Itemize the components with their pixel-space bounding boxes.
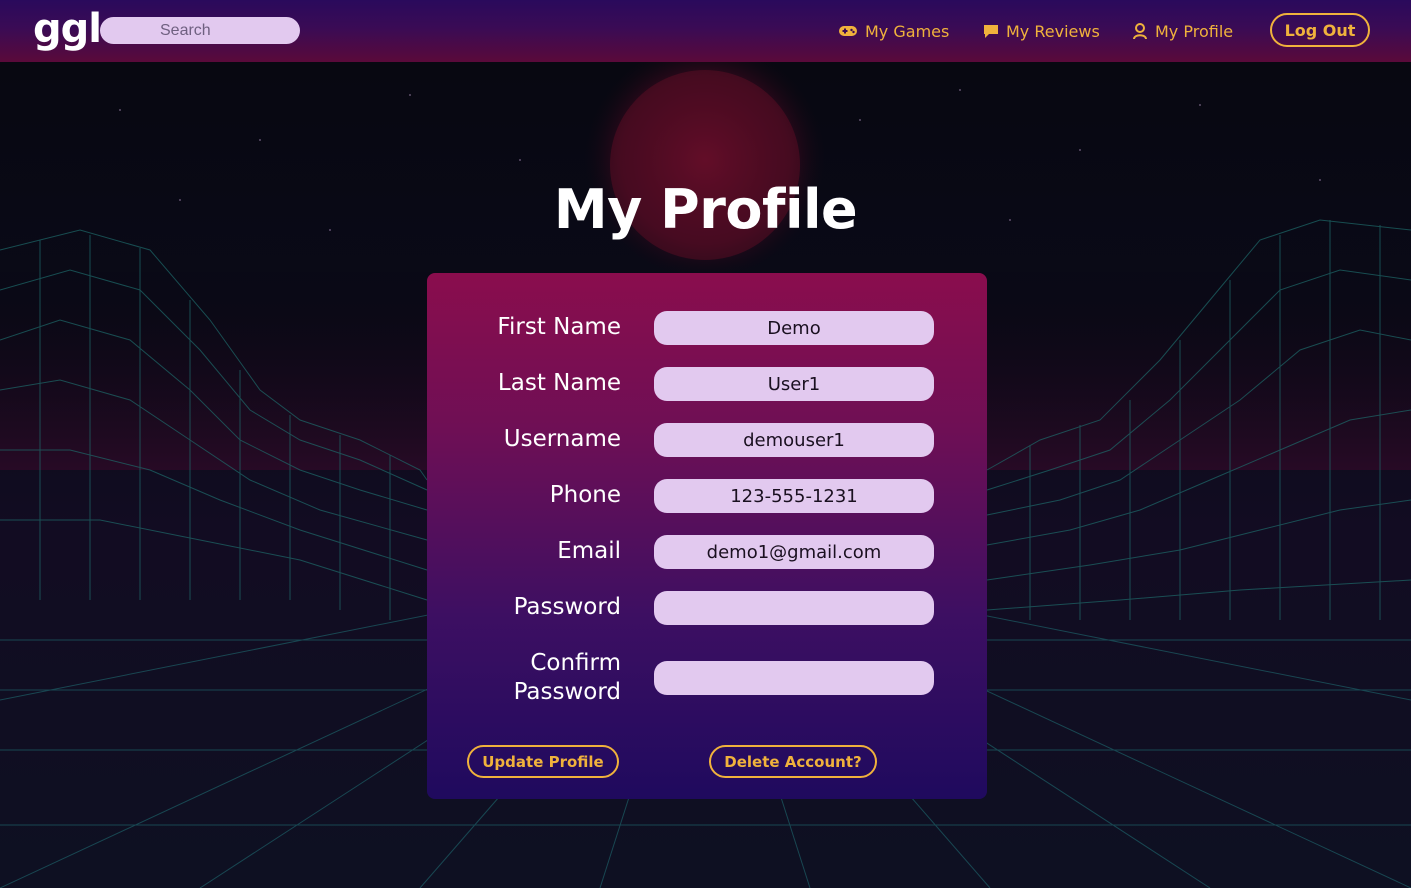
- gamepad-icon: [838, 24, 858, 38]
- first-name-label: First Name: [497, 314, 621, 340]
- nav-link-label: My Reviews: [1006, 21, 1100, 41]
- username-label: Username: [503, 426, 621, 452]
- update-profile-button[interactable]: Update Profile: [467, 745, 619, 778]
- search-input[interactable]: [100, 17, 300, 44]
- nav-link-label: My Games: [865, 21, 950, 41]
- password-field[interactable]: [654, 591, 934, 625]
- confirm-password-label-line2: Password: [513, 679, 621, 705]
- logout-button[interactable]: Log Out: [1270, 13, 1370, 47]
- first-name-field[interactable]: [654, 311, 934, 345]
- delete-account-button[interactable]: Delete Account?: [709, 745, 877, 778]
- password-label: Password: [513, 594, 621, 620]
- nav-link-my-games[interactable]: My Games: [838, 19, 949, 43]
- username-field[interactable]: [654, 423, 934, 457]
- nav-link-my-reviews[interactable]: My Reviews: [983, 19, 1100, 43]
- phone-field[interactable]: [654, 479, 934, 513]
- last-name-field[interactable]: [654, 367, 934, 401]
- logo[interactable]: ggl: [33, 2, 102, 56]
- email-label: Email: [557, 538, 621, 564]
- email-field[interactable]: [654, 535, 934, 569]
- confirm-password-field[interactable]: [654, 661, 934, 695]
- user-icon: [1132, 22, 1148, 40]
- profile-form-card: First Name Last Name Username Phone Emai…: [427, 273, 987, 799]
- nav-link-my-profile[interactable]: My Profile: [1132, 19, 1233, 43]
- page-title: My Profile: [553, 178, 858, 241]
- confirm-password-label-line1: Confirm: [530, 650, 621, 676]
- last-name-label: Last Name: [497, 370, 621, 396]
- nav-link-label: My Profile: [1155, 21, 1234, 41]
- phone-label: Phone: [549, 482, 621, 508]
- comment-icon: [983, 23, 999, 39]
- navbar: ggl My Games My Reviews: [0, 0, 1411, 62]
- confirm-password-label: Confirm Password: [514, 649, 621, 707]
- page: ggl My Games My Reviews: [0, 0, 1411, 888]
